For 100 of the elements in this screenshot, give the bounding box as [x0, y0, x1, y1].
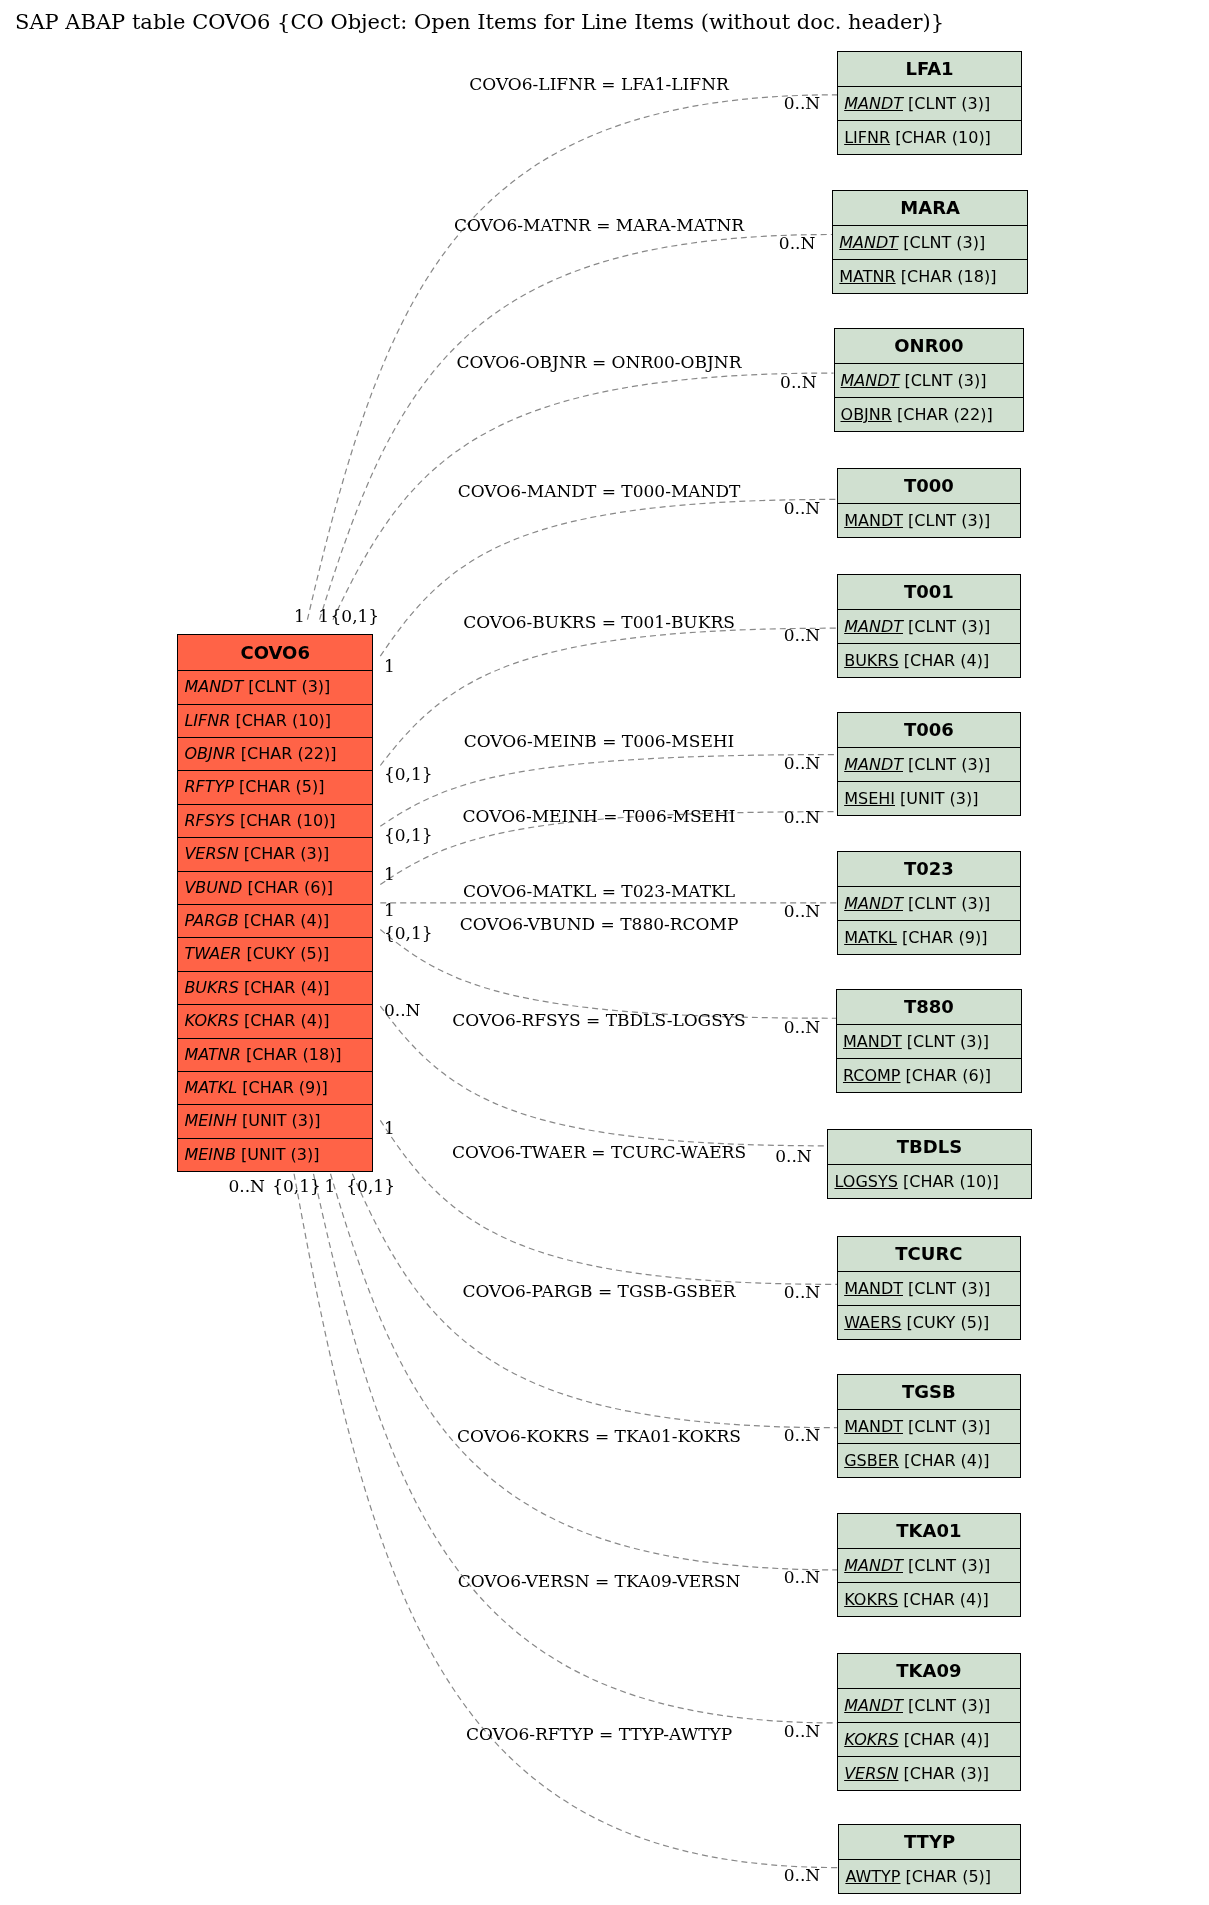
relation-label: COVO6-MATKL = T023-MATKL	[463, 880, 735, 901]
cardinality-label: 0..N	[783, 806, 821, 827]
table-title: T006	[838, 713, 1020, 749]
relation-label: COVO6-RFTYP = TTYP-AWTYP	[465, 1724, 733, 1745]
relation-label: COVO6-BUKRS = T001-BUKRS	[463, 612, 735, 633]
table-field: MANDT [CLNT (3)]	[838, 1271, 1020, 1306]
table-field: OBJNR [CHAR (22)]	[178, 738, 372, 772]
table-field: LOGSYS [CHAR (10)]	[828, 1164, 1031, 1198]
cardinality-label: 0..N	[783, 1721, 821, 1742]
diagram-title: SAP ABAP table COVO6 {CO Object: Open Items for Line Items (without doc. header)}	[15, 10, 944, 34]
cardinality-label: 0..N	[783, 1281, 821, 1302]
table-title: ONR00	[834, 329, 1024, 365]
relation-label: COVO6-MEINH = T006-MSEHI	[462, 805, 736, 826]
table-field: RFTYP [CHAR (5)]	[178, 771, 372, 805]
table-field: MANDT [CLNT (3)]	[838, 87, 1021, 122]
table-field: MANDT [CLNT (3)]	[838, 748, 1020, 783]
table-field: MANDT [CLNT (3)]	[178, 671, 372, 705]
table-title: TGSB	[838, 1375, 1020, 1411]
table-field: PARGB [CHAR (4)]	[178, 905, 372, 939]
cardinality-label: {0,1}	[346, 1175, 395, 1196]
table-field: MSEHI [UNIT (3)]	[838, 782, 1020, 816]
cardinality-label: 0..N	[780, 371, 817, 392]
table-field: WAERS [CUKY (5)]	[838, 1305, 1020, 1339]
table-field: RFSYS [CHAR (10)]	[178, 804, 372, 839]
relation-label: COVO6-OBJNR = ONR00-OBJNR	[456, 352, 742, 373]
table-title: T880	[836, 990, 1021, 1026]
cardinality-label: 0..N	[228, 1175, 265, 1196]
cardinality-label: 0..N	[383, 999, 421, 1020]
table-field: MATKL [CHAR (9)]	[178, 1071, 372, 1106]
table-field: KOKRS [CHAR (4)]	[178, 1005, 372, 1039]
table-field: MANDT [CLNT (3)]	[838, 609, 1020, 644]
cardinality-label: {0,1}	[330, 606, 380, 627]
table-title: MARA	[833, 190, 1027, 226]
cardinality-label: 1	[383, 655, 395, 676]
table-field: MATNR [CHAR (18)]	[178, 1038, 372, 1072]
table-field: MANDT [CLNT (3)]	[838, 1688, 1020, 1723]
table-field: OBJNR [CHAR (22)]	[834, 398, 1024, 432]
table-field: GSBER [CHAR (4)]	[838, 1444, 1020, 1478]
table-title: TCURC	[838, 1236, 1020, 1272]
table-field: MANDT [CLNT (3)]	[833, 225, 1027, 260]
cardinality-label: 0..N	[778, 233, 816, 253]
cardinality-label: {0,1}	[272, 1175, 321, 1196]
table-title: T001	[838, 574, 1020, 610]
cardinality-label: 0..N	[783, 497, 821, 518]
relation-label: COVO6-VERSN = TKA09-VERSN	[457, 1571, 741, 1591]
table-field: VBUND [CHAR (6)]	[178, 871, 372, 905]
cardinality-label: {0,1}	[383, 764, 433, 784]
table-field: TWAER [CUKY (5)]	[178, 938, 372, 972]
relation-label: COVO6-VBUND = T880-RCOMP	[459, 913, 739, 934]
table-title: TBDLS	[828, 1129, 1031, 1165]
cardinality-label: {0,1}	[383, 824, 433, 845]
cardinality-label: 0..N	[783, 1016, 821, 1037]
relation-label: COVO6-MANDT = T000-MANDT	[457, 481, 741, 502]
cardinality-label: 1	[318, 606, 330, 627]
table-field: LIFNR [CHAR (10)]	[178, 704, 372, 739]
cardinality-label: 1	[383, 863, 395, 884]
relation-label: COVO6-RFSYS = TBDLS-LOGSYS	[452, 1009, 746, 1030]
cardinality-label: 0..N	[783, 93, 821, 114]
relation-label: COVO6-MEINB = T006-MSEHI	[463, 731, 735, 752]
table-field: MANDT [CLNT (3)]	[838, 886, 1020, 921]
cardinality-label: 1	[383, 1117, 395, 1138]
relation-label: COVO6-LIFNR = LFA1-LIFNR	[469, 74, 729, 95]
table-title: TTYP	[839, 1824, 1020, 1860]
cardinality-label: 0..N	[783, 753, 821, 774]
table-field: AWTYP [CHAR (5)]	[839, 1859, 1020, 1893]
table-title: COVO6	[178, 635, 372, 672]
table-field: LIFNR [CHAR (10)]	[838, 121, 1021, 155]
cardinality-label: 0..N	[775, 1145, 812, 1166]
cardinality-label: {0,1}	[383, 923, 433, 944]
cardinality-label: 0..N	[783, 1864, 821, 1885]
table-field: RCOMP [CHAR (6)]	[836, 1059, 1021, 1093]
table-title: T000	[838, 468, 1020, 504]
cardinality-label: 0..N	[783, 625, 821, 646]
relation-label: COVO6-PARGB = TGSB-GSBER	[462, 1280, 736, 1301]
table-title: TKA01	[838, 1513, 1020, 1549]
relation-label: COVO6-KOKRS = TKA01-KOKRS	[457, 1426, 741, 1447]
cardinality-label: 1	[294, 606, 305, 627]
table-field: MEINH [UNIT (3)]	[178, 1105, 372, 1139]
table-field: MANDT [CLNT (3)]	[834, 364, 1024, 399]
table-field: MANDT [CLNT (3)]	[836, 1025, 1021, 1060]
table-field: MATKL [CHAR (9)]	[838, 920, 1020, 954]
relation-label: COVO6-TWAER = TCURC-WAERS	[452, 1142, 747, 1163]
table-title: LFA1	[838, 52, 1021, 88]
table-title: T023	[838, 851, 1020, 887]
table-field: MANDT [CLNT (3)]	[838, 1548, 1020, 1583]
table-field: VERSN [CHAR (3)]	[178, 838, 372, 872]
relation-label: COVO6-MATNR = MARA-MATNR	[453, 215, 745, 235]
table-field: MEINB [UNIT (3)]	[178, 1138, 372, 1172]
table-field: MATNR [CHAR (18)]	[833, 259, 1027, 293]
table-field: BUKRS [CHAR (4)]	[838, 643, 1020, 677]
table-field: VERSN [CHAR (3)]	[838, 1756, 1020, 1790]
table-field: KOKRS [CHAR (4)]	[838, 1722, 1020, 1757]
cardinality-label: 1	[383, 900, 395, 921]
cardinality-label: 1	[324, 1175, 336, 1196]
table-field: MANDT [CLNT (3)]	[838, 1410, 1020, 1445]
cardinality-label: 0..N	[783, 1567, 821, 1588]
cardinality-label: 0..N	[783, 901, 821, 922]
cardinality-label: 0..N	[783, 1425, 821, 1445]
table-field: KOKRS [CHAR (4)]	[838, 1582, 1020, 1616]
table-field: MANDT [CLNT (3)]	[838, 503, 1020, 537]
